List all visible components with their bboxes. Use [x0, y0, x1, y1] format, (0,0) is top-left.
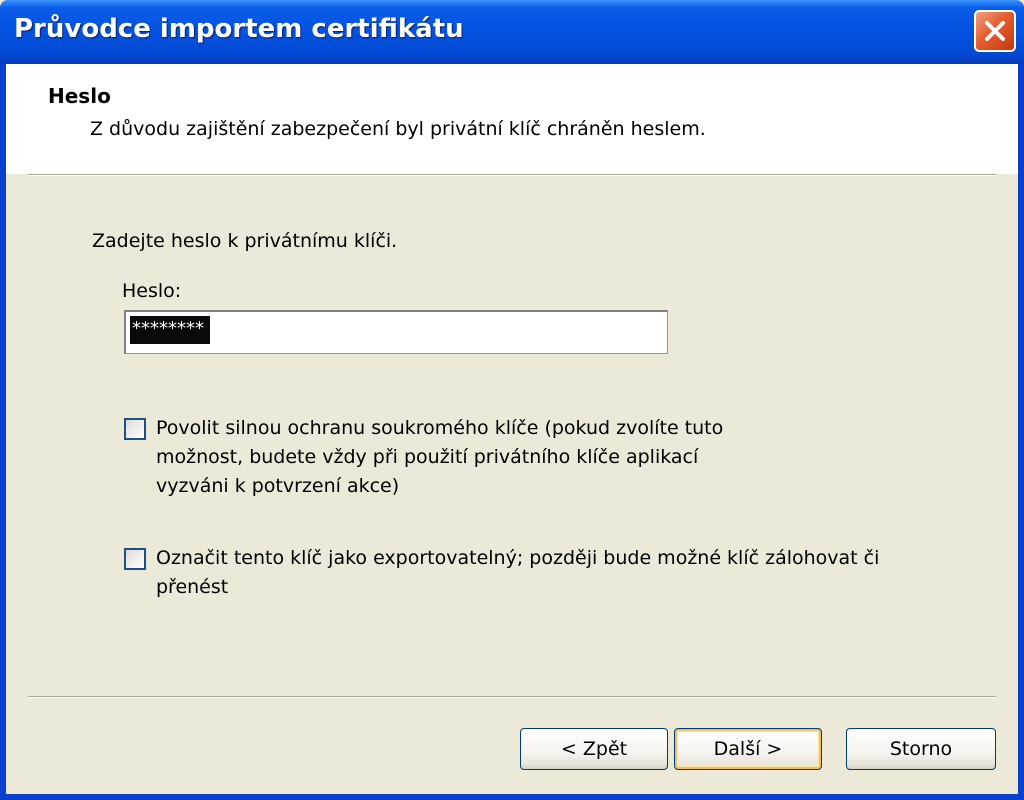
exportable-label[interactable]: Označit tento klíč jako exportovatelný; … [156, 544, 926, 602]
page-subtitle: Z důvodu zajištění zabezpečení byl privá… [90, 118, 706, 140]
password-prompt: Zadejte heslo k privátnímu klíči. [92, 230, 398, 252]
strong-protection-label[interactable]: Povolit silnou ochranu soukromého klíče … [156, 414, 756, 501]
wizard-header: Heslo Z důvodu zajištění zabezpečení byl… [6, 64, 1018, 174]
header-separator [28, 174, 996, 176]
exportable-option[interactable]: Označit tento klíč jako exportovatelný; … [124, 544, 926, 602]
cancel-button[interactable]: Storno [846, 728, 996, 770]
window-title: Průvodce importem certifikátu [14, 14, 464, 44]
title-bar[interactable]: Průvodce importem certifikátu [0, 0, 1024, 64]
close-icon [985, 21, 1005, 41]
page-title: Heslo [48, 84, 111, 108]
back-button[interactable]: < Zpět [520, 728, 668, 770]
dialog-window: Průvodce importem certifikátu Heslo Z dů… [0, 0, 1024, 800]
footer-separator [28, 696, 996, 698]
exportable-checkbox[interactable] [124, 548, 146, 570]
password-input[interactable]: ******** [124, 310, 668, 354]
close-button[interactable] [974, 10, 1016, 52]
strong-protection-option[interactable]: Povolit silnou ochranu soukromého klíče … [124, 414, 756, 501]
password-label: Heslo: [122, 280, 182, 302]
next-button[interactable]: Další > [674, 728, 822, 770]
password-masked-value: ******** [130, 316, 210, 344]
strong-protection-checkbox[interactable] [124, 418, 146, 440]
dialog-client-area: Heslo Z důvodu zajištění zabezpečení byl… [6, 64, 1018, 794]
